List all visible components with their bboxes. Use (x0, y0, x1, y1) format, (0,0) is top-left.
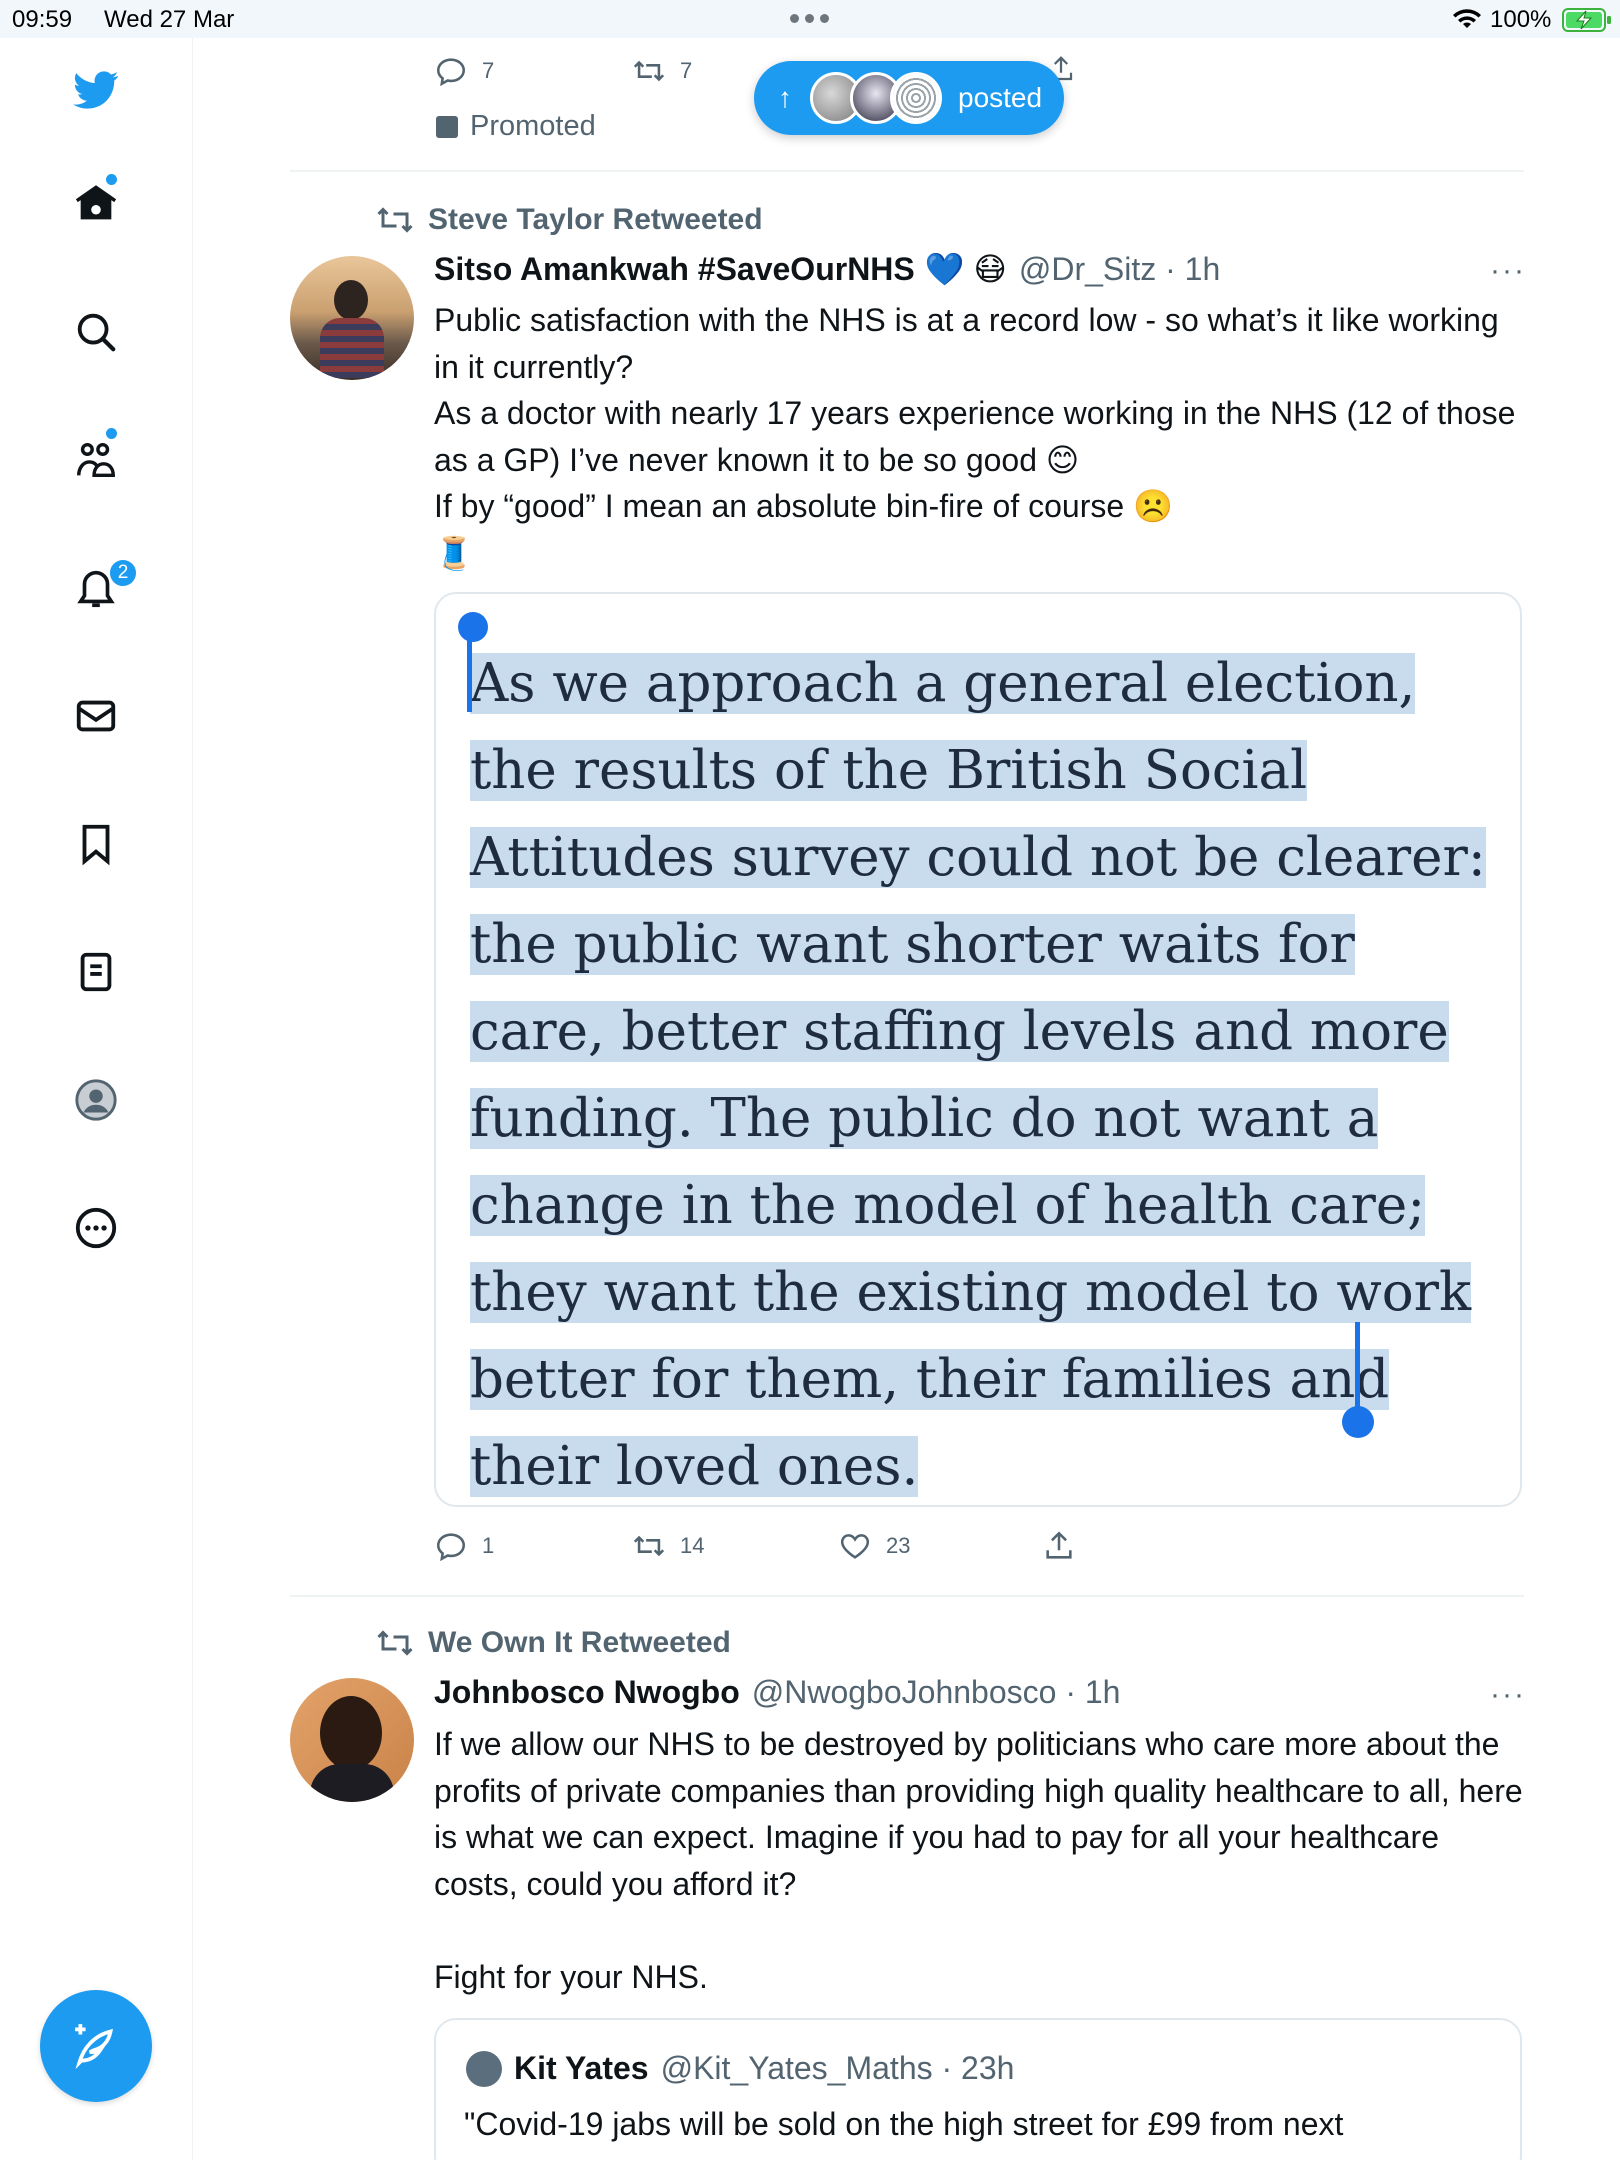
author-name[interactable]: Johnbosco Nwogbo (434, 1674, 740, 1711)
multitasking-dots-icon[interactable] (790, 14, 829, 23)
retweet-count: 14 (680, 1533, 705, 1558)
retweet-count: 7 (680, 58, 693, 83)
like-button[interactable]: 23 (838, 1529, 910, 1563)
pill-avatar-3 (890, 72, 942, 124)
retweet-icon (377, 207, 413, 233)
twitter-bird-icon[interactable] (68, 62, 124, 118)
retweet-button[interactable]: 7 (632, 54, 692, 88)
quoted-avatar (466, 2050, 502, 2087)
image-text: As we approach a general election, the r… (470, 653, 1486, 1497)
reply-button[interactable]: 1 (434, 1529, 494, 1563)
selection-handle-start[interactable] (458, 612, 488, 642)
tweet-author-line: Johnbosco Nwogbo @NwogboJohnbosco · 1h (434, 1674, 1120, 1711)
notification-badge: 2 (108, 558, 138, 588)
retweet-icon (633, 60, 665, 82)
arrow-up-icon: ↑ (778, 82, 792, 113)
battery-percent: 100% (1490, 6, 1552, 33)
author-handle-time[interactable]: @Dr_Sitz · 1h (1019, 251, 1220, 288)
retweet-icon (377, 1630, 413, 1656)
communities-unread-dot (106, 428, 117, 439)
more-icon[interactable] (68, 1200, 124, 1256)
reply-button[interactable]: 7 (434, 54, 494, 88)
home-unread-dot (106, 174, 117, 185)
avatar[interactable] (290, 1678, 414, 1802)
bookmarks-icon[interactable] (68, 816, 124, 872)
compose-tweet-button[interactable] (40, 1990, 152, 2102)
reply-icon (436, 58, 466, 87)
more-options-icon[interactable]: ··· (1490, 254, 1526, 288)
like-count: 23 (886, 1533, 911, 1558)
lists-icon[interactable] (68, 944, 124, 1000)
share-icon (1046, 1531, 1072, 1559)
status-time: 09:59 (12, 6, 73, 33)
new-posts-pill[interactable]: ↑ posted (754, 61, 1064, 135)
compose-icon (75, 2024, 114, 2070)
reply-count: 7 (482, 58, 495, 83)
author-handle-time[interactable]: @NwogboJohnbosco · 1h (752, 1674, 1121, 1711)
retweeted-by-line: We Own It Retweeted (376, 1626, 731, 1660)
wifi-icon (1453, 9, 1481, 28)
reply-count: 1 (482, 1533, 495, 1558)
battery-charging-icon (1562, 8, 1611, 32)
home-icon[interactable] (68, 176, 124, 232)
status-bar: 09:59 Wed 27 Mar 100% (0, 0, 1620, 38)
promoted-icon (436, 115, 458, 138)
reply-icon (436, 1533, 466, 1562)
tweet-text: Public satisfaction with the NHS is at a… (434, 302, 1516, 571)
quoted-tweet-text: "Covid-19 jabs will be sold on the high … (464, 2106, 1344, 2142)
profile-icon[interactable] (68, 1072, 124, 1128)
retweet-button[interactable]: 14 (632, 1529, 704, 1563)
tweet-text: If we allow our NHS to be destroyed by p… (434, 1726, 1523, 1995)
avatar[interactable] (290, 256, 414, 380)
selection-bar-end (1355, 1322, 1360, 1414)
more-options-icon[interactable]: ··· (1490, 1678, 1526, 1712)
tweet-author-line: Sitso Amankwah #SaveOurNHS 💙 😷 @Dr_Sitz … (434, 250, 1220, 288)
communities-icon[interactable] (68, 432, 124, 488)
selection-handle-end[interactable] (1342, 1406, 1374, 1438)
heart-icon (840, 1534, 870, 1559)
messages-icon[interactable] (68, 688, 124, 744)
new-posts-label: posted (958, 82, 1043, 113)
name-emoji: 💙 😷 (924, 251, 1007, 287)
retweet-icon (633, 1535, 665, 1557)
promoted-label: Promoted (436, 110, 596, 143)
share-button[interactable] (1042, 1529, 1076, 1563)
selection-bar-start (467, 630, 472, 712)
status-date: Wed 27 Mar (104, 6, 235, 33)
quoted-tweet-author: Kit Yates @Kit_Yates_Maths · 23h (466, 2050, 1014, 2087)
tweet-divider (290, 170, 1524, 172)
search-icon[interactable] (68, 304, 124, 360)
tweet-divider (290, 1595, 1524, 1597)
author-name[interactable]: Sitso Amankwah #SaveOurNHS (434, 251, 915, 288)
retweeted-by-line: Steve Taylor Retweeted (376, 203, 763, 237)
